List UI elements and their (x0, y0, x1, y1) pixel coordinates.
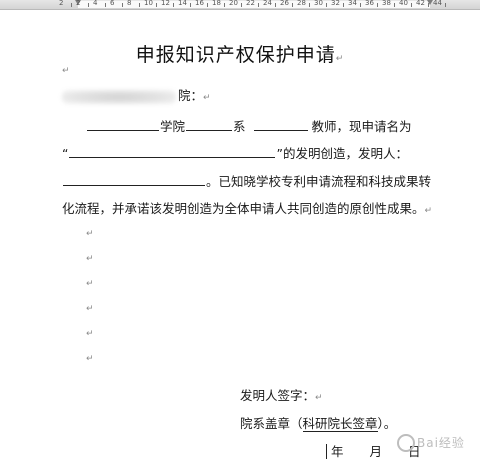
ruler-tick (223, 3, 225, 7)
ruler-tick (444, 3, 446, 7)
paragraph-mark: ↵ (86, 329, 94, 339)
salutation-suffix: 院： (178, 88, 204, 103)
ruler-tick (325, 3, 327, 7)
ruler-number: 8 (127, 0, 132, 7)
document-title: 申报知识产权保护申请↵ (0, 40, 480, 67)
paragraph-mark: ↵ (86, 254, 94, 264)
ruler-tick (70, 3, 72, 7)
ruler-tick (257, 3, 259, 7)
blank-invention-name[interactable] (69, 145, 276, 158)
paw-icon (397, 434, 415, 452)
year-label: 年 (326, 444, 344, 459)
ruler-tick (393, 3, 395, 7)
ruler-number: 40 (399, 0, 408, 7)
redacted-text (62, 89, 176, 104)
ruler-number: 38 (382, 0, 391, 7)
title-text: 申报知识产权保护申请 (135, 44, 336, 66)
ruler-number: 10 (144, 0, 153, 7)
ruler-number: 4 (93, 0, 98, 7)
blank-department[interactable] (186, 118, 233, 131)
ruler-number: 44 (433, 0, 442, 7)
ruler-tick (189, 3, 191, 7)
paragraph-mark: ↵ (335, 54, 345, 64)
document-page[interactable]: 申报知识产权保护申请↵ ↵ 院：↵ 学院系教师，现申请名为 “”的发明创造，发明… (0, 10, 480, 459)
ruler-number: 2 (59, 0, 64, 7)
paragraph-mark: ↵ (424, 206, 433, 216)
blank-teacher[interactable] (253, 118, 308, 131)
salutation-line: 院：↵ (62, 88, 211, 106)
college-label: 学院 (160, 119, 186, 134)
paragraph-mark: ↵ (86, 229, 94, 239)
ruler-tick (104, 3, 106, 7)
ruler-number: 32 (331, 0, 340, 7)
ruler-number: 18 (212, 0, 221, 7)
ruler-tick (427, 3, 429, 7)
body-line-3: 。已知晓学校专利申请流程和科技成果转 (62, 173, 431, 190)
ruler-tick (308, 3, 310, 7)
ruler-number: 30 (314, 0, 323, 7)
paragraph-mark: ↵ (315, 393, 323, 403)
body-line-4: 化流程，并承诺该发明创造为全体申请人共同创造的原创性成果。↵ (62, 201, 432, 219)
ruler-tick (172, 3, 174, 7)
ruler-tick (138, 3, 140, 7)
ruler-tick (121, 3, 123, 7)
paragraph-mark: ↵ (86, 354, 94, 364)
ruler-number: 2 (76, 0, 81, 7)
quote-open: “ (62, 146, 69, 161)
teacher-application-text: 教师，现申请名为 (311, 119, 412, 134)
ruler-number: 20 (229, 0, 238, 7)
inventor-signature-line: 发明人签字：↵ (240, 388, 323, 406)
paragraph-mark: ↵ (86, 304, 94, 314)
ruler-tick (206, 3, 208, 7)
ruler-number: 16 (195, 0, 204, 7)
ruler-tick (342, 3, 344, 7)
inventor-signature-label: 发明人签字： (240, 388, 316, 403)
invention-text: ”的发明创造，发明人： (276, 146, 408, 161)
dept-seal-line: 院系盖章（科研院长签章）。 (240, 416, 396, 432)
watermark-text: Bai经验 (417, 436, 465, 450)
department-label: 系 (233, 119, 246, 134)
commitment-text: 化流程，并承诺该发明创造为全体申请人共同创造的原创性成果。 (62, 201, 425, 216)
procedure-text: 。已知晓学校专利申请流程和科技成果转 (206, 174, 432, 189)
ruler-number: 24 (263, 0, 272, 7)
horizontal-ruler[interactable]: 2 2 4 6 8 10 12 14 16 18 20 22 24 26 28 30 32 34 36 38 40 42 4… (0, 0, 480, 10)
ruler-tick (410, 3, 412, 7)
ruler-tick (274, 3, 276, 7)
body-line-1: 学院 系 教师，现申请名为 (86, 118, 412, 135)
paragraph-mark: ↵ (86, 279, 94, 289)
ruler-tick (87, 3, 89, 7)
paragraph-mark: ↵ (62, 66, 70, 76)
ruler-tick (359, 3, 361, 7)
ruler-number: 42 (416, 0, 425, 7)
blank-college[interactable] (87, 118, 159, 131)
ruler-number: 34 (348, 0, 357, 7)
ruler-number: 22 (246, 0, 255, 7)
dept-seal-prefix: 院系盖章（ (240, 416, 303, 431)
ruler-tick (291, 3, 293, 7)
ruler-tick (240, 3, 242, 7)
paragraph-mark: ↵ (203, 93, 211, 103)
ruler-tick (376, 3, 378, 7)
body-line-2: “ ”的发明创造，发明人： (62, 145, 408, 162)
ruler-tick (155, 3, 157, 7)
month-label: 月 (369, 444, 383, 459)
dean-signature-underlined: 科研院长签章 (302, 416, 378, 432)
watermark-logo: Bai经验 (393, 428, 477, 456)
ruler-number: 12 (161, 0, 170, 7)
ruler-number: 6 (110, 0, 115, 7)
ruler-number: 28 (297, 0, 306, 7)
ruler-number: 26 (280, 0, 289, 7)
ruler-number: 36 (365, 0, 374, 7)
blank-inventors[interactable] (63, 173, 205, 186)
ruler-number: 14 (178, 0, 187, 7)
